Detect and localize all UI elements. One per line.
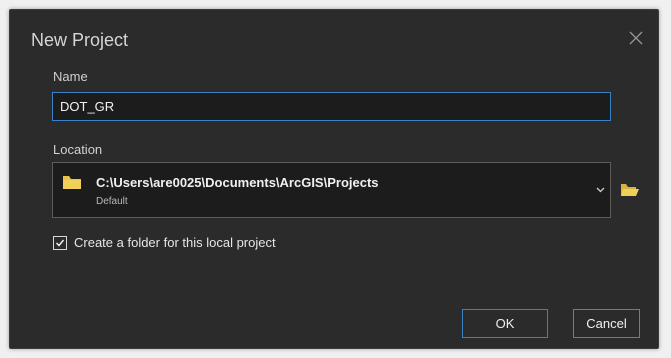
chevron-down-icon [596, 187, 605, 193]
close-icon [629, 31, 643, 45]
close-button[interactable] [625, 27, 647, 49]
new-project-dialog: New Project Name Location C:\Users\are00… [9, 9, 659, 349]
location-subtitle: Default [96, 196, 128, 207]
create-folder-label: Create a folder for this local project [74, 235, 276, 250]
checkmark-icon [55, 239, 65, 247]
create-folder-checkbox[interactable] [53, 236, 67, 250]
name-label: Name [53, 69, 88, 84]
folder-icon [63, 176, 81, 189]
location-dropdown[interactable]: C:\Users\are0025\Documents\ArcGIS\Projec… [52, 162, 611, 218]
dialog-title: New Project [31, 30, 129, 50]
cancel-button[interactable]: Cancel [573, 309, 640, 338]
name-input[interactable] [52, 92, 611, 121]
location-path: C:\Users\are0025\Documents\ArcGIS\Projec… [96, 175, 379, 190]
create-folder-option[interactable]: Create a folder for this local project [53, 234, 276, 252]
location-label: Location [53, 142, 103, 157]
browse-location-button[interactable] [619, 181, 641, 199]
screen-background: New Project Name Location C:\Users\are00… [0, 0, 671, 358]
ok-button[interactable]: OK [462, 309, 548, 338]
folder-open-icon [621, 184, 639, 196]
